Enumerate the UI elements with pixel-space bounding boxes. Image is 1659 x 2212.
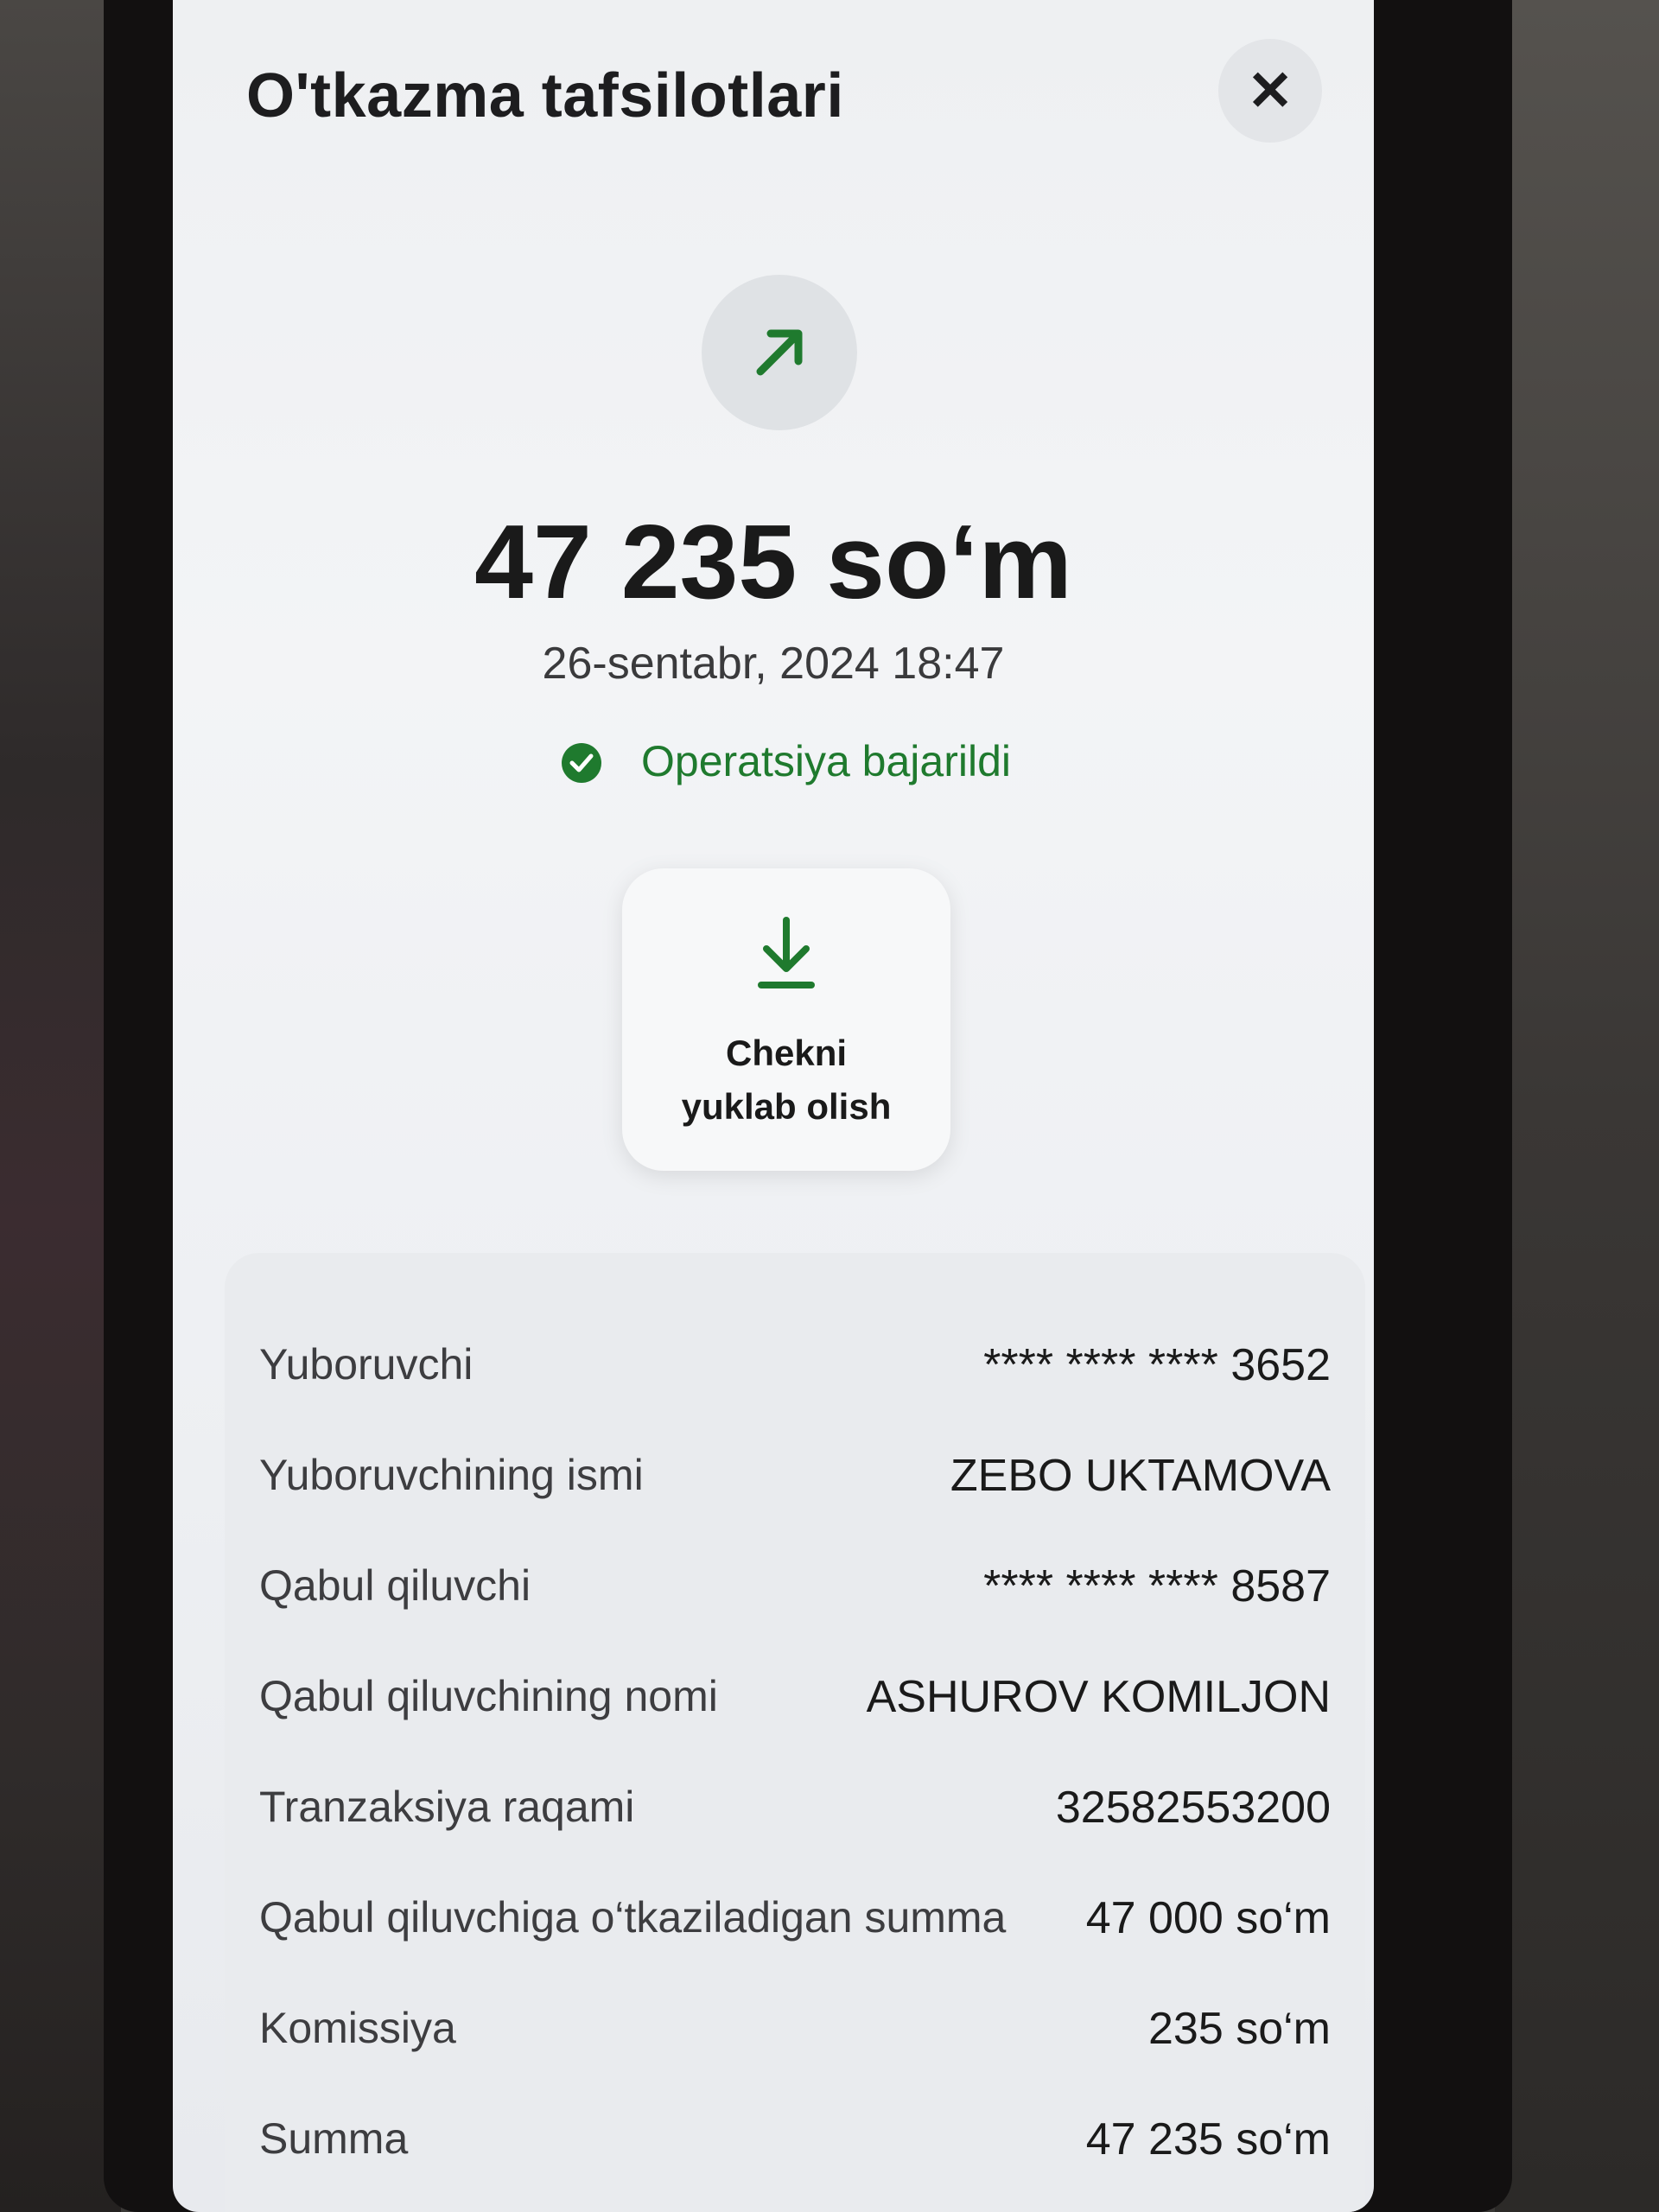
details-card: Yuboruvchi **** **** **** 3652 Yuboruvch… xyxy=(225,1253,1365,2212)
background-left xyxy=(0,0,121,2212)
page-title: O'tkazma tafsilotlari xyxy=(246,61,844,130)
background-right xyxy=(1495,0,1659,2212)
detail-label: Qabul qiluvchiga o‘tkaziladigan summa xyxy=(259,1893,1007,1942)
detail-value: 235 so‘m xyxy=(1148,2004,1331,2054)
detail-label: Yuboruvchining ismi xyxy=(259,1451,644,1499)
transfer-datetime: 26-sentabr, 2024 18:47 xyxy=(542,639,1005,689)
close-button[interactable]: ✕ xyxy=(1218,39,1322,143)
detail-row-recipient-name: Qabul qiluvchining nomi ASHUROV KOMILJON xyxy=(259,1671,1331,1732)
check-circle-icon xyxy=(562,743,601,783)
detail-row-sender-name: Yuboruvchining ismi ZEBO UKTAMOVA xyxy=(259,1450,1331,1510)
detail-value: **** **** **** 8587 xyxy=(983,1561,1331,1611)
arrow-up-right-icon xyxy=(756,329,803,376)
detail-value: 32582553200 xyxy=(1055,1783,1331,1833)
detail-row-transfer-amount: Qabul qiluvchiga o‘tkaziladigan summa 47… xyxy=(259,1892,1331,1953)
detail-row-total: Summa 47 235 so‘m xyxy=(259,2113,1331,2174)
detail-row-commission: Komissiya 235 so‘m xyxy=(259,2003,1331,2063)
detail-value: **** **** **** 3652 xyxy=(983,1340,1331,1390)
detail-value: 47 235 so‘m xyxy=(1085,2114,1331,2164)
detail-label: Qabul qiluvchining nomi xyxy=(259,1672,718,1720)
transfer-direction-badge xyxy=(702,275,857,430)
download-icon xyxy=(758,917,815,988)
detail-label: Summa xyxy=(259,2114,409,2163)
transfer-amount: 47 235 so‘m xyxy=(474,503,1072,620)
detail-row-sender-card: Yuboruvchi **** **** **** 3652 xyxy=(259,1339,1331,1400)
detail-row-transaction-id: Tranzaksiya raqami 32582553200 xyxy=(259,1782,1331,1842)
detail-value: 47 000 so‘m xyxy=(1085,1893,1331,1943)
detail-value: ZEBO UKTAMOVA xyxy=(950,1451,1331,1501)
close-icon[interactable]: ✕ xyxy=(1218,39,1322,143)
download-label-line1: Chekni xyxy=(725,1033,848,1073)
status-text: Operatsiya bajarildi xyxy=(641,737,1011,785)
detail-label: Komissiya xyxy=(259,2004,456,2052)
detail-label: Qabul qiluvchi xyxy=(259,1561,531,1610)
download-receipt-button[interactable]: Chekni yuklab olish xyxy=(622,868,950,1171)
transfer-details-screen: O'tkazma tafsilotlari ✕ 47 235 so‘m 26-s… xyxy=(173,0,1374,2212)
detail-row-recipient-card: Qabul qiluvchi **** **** **** 8587 xyxy=(259,1560,1331,1621)
download-label-line2: yuklab olish xyxy=(681,1086,892,1127)
detail-label: Tranzaksiya raqami xyxy=(259,1783,635,1831)
detail-label: Yuboruvchi xyxy=(259,1340,474,1389)
detail-value: ASHUROV KOMILJON xyxy=(866,1672,1331,1722)
